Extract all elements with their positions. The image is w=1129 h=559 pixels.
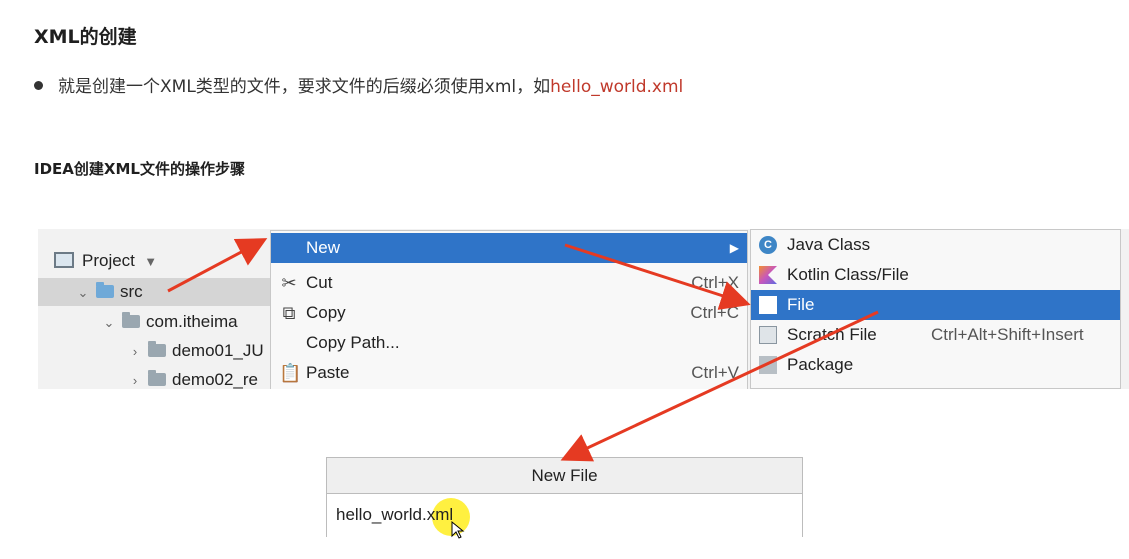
bullet-dot: [34, 81, 43, 90]
menu-item-copy[interactable]: ⧉ Copy Ctrl+C: [271, 298, 747, 328]
tree-item-label: demo01_JU: [172, 341, 264, 360]
submenu-item-label: Scratch File: [787, 325, 877, 344]
page-title: XML的创建: [34, 26, 137, 48]
submenu-item-label: File: [787, 295, 815, 314]
menu-item-label: Paste: [306, 363, 350, 382]
submenu-item-shortcut: Ctrl+Alt+Shift+Insert: [931, 325, 1084, 344]
paste-icon: 📋: [279, 363, 302, 383]
submenu-item-file[interactable]: File: [751, 290, 1120, 320]
chevron-right-icon[interactable]: ›: [128, 367, 142, 389]
menu-item-shortcut: Ctrl+C: [690, 303, 739, 322]
tree-item-package[interactable]: ⌄ com.itheima: [102, 308, 238, 336]
bullet-item: 就是创建一个XML类型的文件，要求文件的后缀必须使用xml，如hello_wor…: [34, 72, 683, 97]
kotlin-icon: [759, 266, 777, 284]
package-folder-icon: [122, 312, 140, 328]
source-folder-icon: [96, 282, 114, 298]
project-header-label: Project: [82, 251, 135, 270]
menu-item-label: Copy Path...: [306, 333, 400, 352]
bullet-text: 就是创建一个XML类型的文件，要求文件的后缀必须使用xml，如: [58, 77, 551, 97]
submenu-item-kotlin[interactable]: Kotlin Class/File: [751, 260, 1120, 290]
chevron-down-icon[interactable]: ⌄: [102, 309, 116, 337]
filename-value: hello_world.xml: [336, 505, 454, 524]
submenu-item-label: Java Class: [787, 235, 871, 254]
chevron-right-icon[interactable]: ›: [128, 338, 142, 366]
file-icon: [759, 296, 777, 314]
tree-item-label: com.itheima: [146, 312, 238, 331]
menu-item-shortcut: Ctrl+V: [691, 363, 739, 382]
menu-item-cut[interactable]: ✂ Cut Ctrl+X: [271, 268, 747, 298]
scratch-file-icon: [759, 326, 777, 344]
submenu-item-label: Kotlin Class/File: [787, 265, 909, 284]
submenu-item-package[interactable]: Package: [751, 350, 1120, 380]
submenu-arrow-icon: ▶: [729, 241, 739, 255]
package-icon: [759, 356, 777, 374]
submenu-item-java-class[interactable]: C Java Class: [751, 230, 1120, 260]
tree-item-demo01[interactable]: › demo01_JU: [128, 337, 264, 365]
submenu-item-label: Package: [787, 355, 854, 374]
copy-icon: ⧉: [282, 303, 296, 323]
context-menu: New ▶ ✂ Cut Ctrl+X ⧉ Copy Ctrl+C Copy Pa…: [270, 230, 748, 389]
dropdown-triangle-icon[interactable]: ▼: [144, 248, 158, 276]
tree-item-demo02[interactable]: › demo02_re: [128, 366, 258, 389]
java-class-icon: C: [759, 236, 777, 254]
menu-item-new[interactable]: New ▶: [271, 233, 747, 263]
tree-item-src[interactable]: ⌄ src: [38, 278, 270, 306]
submenu-item-scratch-file[interactable]: Scratch File Ctrl+Alt+Shift+Insert: [751, 320, 1120, 350]
bullet-highlight: hello_world.xml: [550, 77, 684, 97]
menu-item-label: New: [306, 238, 341, 257]
menu-item-label: Cut: [306, 273, 333, 292]
dialog-title: New File: [327, 458, 802, 494]
menu-item-shortcut: Ctrl+X: [691, 273, 739, 292]
tree-item-label: demo02_re: [172, 370, 259, 389]
ide-screenshot: Project ▼ ⌄ src ⌄ com.itheima › demo01_JU ›…: [38, 229, 1129, 389]
section-title: IDEA创建XML文件的操作步骤: [34, 160, 245, 178]
menu-item-copy-path[interactable]: Copy Path...: [271, 328, 747, 358]
new-submenu: C Java Class Kotlin Class/File File Scra…: [750, 229, 1121, 389]
menu-item-paste[interactable]: 📋 Paste Ctrl+V: [271, 358, 747, 388]
scissors-icon: ✂: [281, 273, 297, 293]
package-folder-icon: [148, 341, 166, 357]
project-icon: [54, 252, 74, 268]
package-folder-icon: [148, 370, 166, 386]
menu-item-label: Copy: [306, 303, 346, 322]
chevron-down-icon[interactable]: ⌄: [76, 279, 90, 307]
project-header[interactable]: Project ▼: [54, 247, 158, 275]
tree-item-label: src: [120, 282, 143, 301]
